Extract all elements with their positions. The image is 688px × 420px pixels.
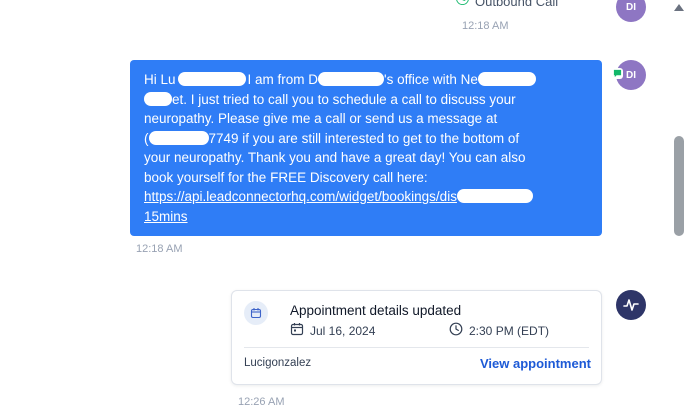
redacted-text [177,72,246,86]
message-line: 15mins [144,207,588,227]
message-line: book yourself for the FREE Discovery cal… [144,169,428,185]
scrollbar-thumb[interactable] [674,136,684,236]
redacted-text [318,72,385,86]
appointment-card: Appointment details updated Jul 16, 2024 [231,290,602,385]
message-line: neuropathy. Please give me a call or sen… [144,111,498,126]
redacted-text [144,91,172,106]
calendar-icon [244,301,268,325]
booking-link-end[interactable]: 15mins [144,209,188,224]
avatar: DI [616,0,646,22]
booking-link[interactable]: https://api.leadconnectorhq.com/widget/b… [144,189,457,204]
redacted-text [477,72,536,86]
avatar-initials: DI [626,69,636,81]
divider [244,347,589,348]
appointment-time-text: 2:30 PM (EDT) [469,323,550,338]
redacted-text [148,130,209,145]
calendar-icon [290,322,304,339]
scroll-up-arrow-icon[interactable] [674,4,684,11]
view-appointment-link[interactable]: View appointment [480,356,591,371]
sms-icon [612,68,623,79]
redacted-text [456,189,533,203]
message-line: Hi Lu I am from D's office with Ne [144,70,588,90]
conversation-panel: Outbound Call 12:18 AM DI Hi Lu I am from… [0,0,688,420]
outbound-call-time: 12:18 AM [462,20,509,32]
appointment-timestamp: 12:26 AM [238,396,285,408]
message-line: https://api.leadconnectorhq.com/widget/b… [144,187,588,207]
scrollbar[interactable] [671,0,688,420]
appointment-date: Jul 16, 2024 [290,322,375,339]
activity-icon [616,290,646,320]
message-bubble: Hi Lu I am from D's office with Ne et. I … [130,60,602,236]
phone-icon [456,0,469,10]
appointment-date-text: Jul 16, 2024 [310,323,376,338]
appointment-title: Appointment details updated [290,303,462,318]
message-line: your neuropathy. Thank you and have a gr… [144,150,526,165]
avatar: DI [612,60,646,90]
outbound-call-event: Outbound Call [456,0,558,10]
message-line: (7749 if you are still interested to get… [144,130,520,146]
appointment-time: 2:30 PM (EDT) [449,322,549,339]
outbound-call-label: Outbound Call [475,0,559,9]
clock-icon [449,322,463,339]
message-line: et. I just tried to call you to schedule… [144,90,588,110]
message-time: 12:18 AM [136,243,183,255]
avatar-initials: DI [626,1,636,13]
appointment-user: Lucigonzalez [244,357,312,369]
